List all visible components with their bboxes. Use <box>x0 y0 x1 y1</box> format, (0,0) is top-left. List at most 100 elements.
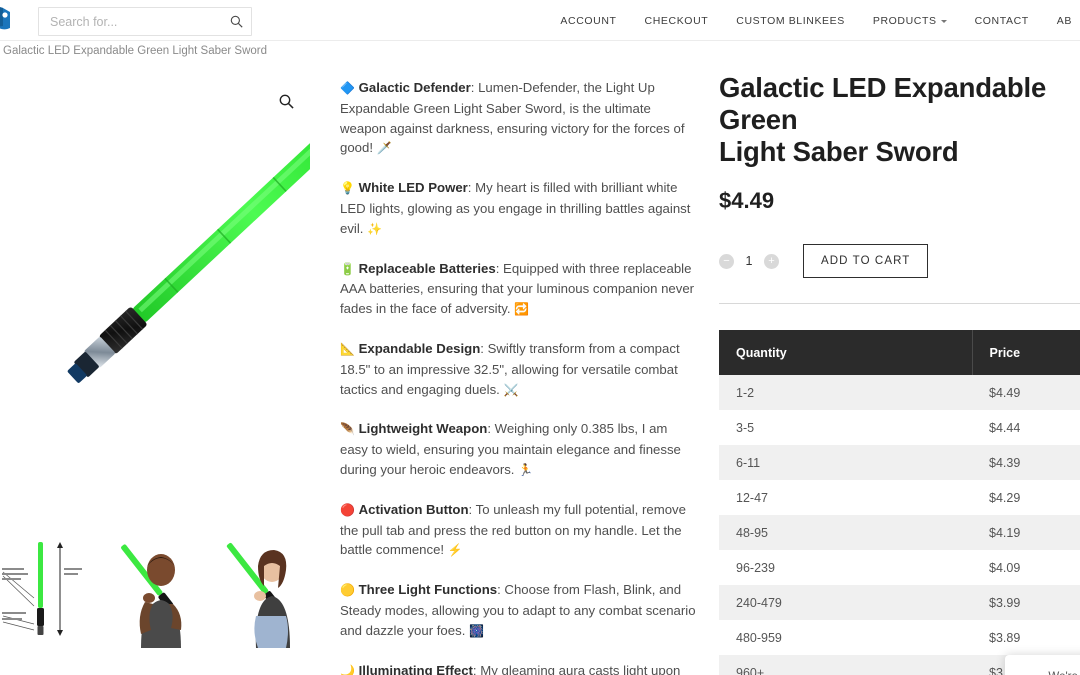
chat-widget-label: We're offline <box>1048 671 1080 675</box>
description-bullet: 📐 Expandable Design: Swiftly transform f… <box>340 340 680 397</box>
cell-quantity: 6-11 <box>719 445 972 480</box>
main-navigation: ACCOUNT CHECKOUT CUSTOM BLINKEES PRODUCT… <box>546 0 1080 41</box>
bullet-emoji-icon: 🔴 <box>340 502 355 517</box>
bullet-end-emoji-icon: 🎆 <box>469 623 484 638</box>
cell-quantity: 48-95 <box>719 515 972 550</box>
bullet-title: Three Light Functions <box>358 582 498 598</box>
nav-item-checkout[interactable]: CHECKOUT <box>631 15 723 27</box>
bullet-emoji-icon: 🌙 <box>340 663 355 675</box>
bullet-emoji-icon: 🪶 <box>340 422 355 437</box>
product-gallery <box>0 70 321 675</box>
cell-quantity: 96-239 <box>719 550 972 585</box>
nav-label: PRODUCTS <box>872 14 937 27</box>
quantity-input[interactable]: 1 <box>734 254 764 268</box>
cell-price: $4.44 <box>972 410 1080 445</box>
description-bullet: 🔷 Galactic Defender: Lumen-Defender, the… <box>340 80 685 156</box>
chevron-down-icon <box>940 20 947 23</box>
magnifier-icon[interactable] <box>279 94 294 114</box>
cell-price: $4.39 <box>972 445 1080 480</box>
cell-price: $4.49 <box>972 375 1080 410</box>
table-header-row: Quantity Price <box>719 330 1080 375</box>
column-header-quantity: Quantity <box>719 330 972 375</box>
nav-item-about[interactable]: AB <box>1043 15 1080 27</box>
table-row: 3-5 $4.44 <box>719 410 1080 445</box>
quantity-increase-button[interactable]: + <box>764 253 779 269</box>
cell-price: $4.09 <box>972 550 1080 585</box>
section-divider <box>719 303 1080 304</box>
product-price: $4.49 <box>719 188 775 213</box>
bullet-end-emoji-icon: ✨ <box>367 221 383 236</box>
bullet-title: Illuminating Effect <box>358 662 473 675</box>
breadcrumb-current: Galactic LED Expandable Green Light Sabe… <box>3 45 268 57</box>
column-header-price: Price <box>971 330 1080 375</box>
product-description: 🔷 Galactic Defender: Lumen-Defender, the… <box>340 78 696 675</box>
table-row: 480-959 $3.89 <box>719 620 1080 655</box>
bullet-emoji-icon: 🟡 <box>340 583 355 598</box>
nav-label: CHECKOUT <box>644 14 709 27</box>
search-input[interactable] <box>39 8 221 35</box>
product-page: ACCOUNT CHECKOUT CUSTOM BLINKEES PRODUCT… <box>0 0 1080 675</box>
table-row: 1-2 $4.49 <box>719 375 1080 410</box>
bullet-end-emoji-icon: 🗡️ <box>376 141 392 156</box>
cell-price: $4.19 <box>972 515 1080 550</box>
description-bullet: 🌙 Illuminating Effect: My gleaming aura … <box>340 661 696 675</box>
product-summary: Galactic LED Expandable Green Light Sabe… <box>719 72 1080 675</box>
nav-label: ACCOUNT <box>560 14 617 27</box>
add-to-cart-button[interactable]: ADD TO CART <box>803 244 929 278</box>
thumbnail-boy-holding-saber[interactable] <box>107 538 214 648</box>
cell-price: $3.99 <box>972 585 1080 620</box>
nav-item-account[interactable]: ACCOUNT <box>546 15 630 27</box>
bullet-title: Activation Button <box>358 501 469 517</box>
bullet-title: Galactic Defender <box>358 80 471 95</box>
purchase-controls: − 1 + ADD TO CART <box>719 244 1080 278</box>
quantity-decrease-button[interactable]: − <box>719 253 734 269</box>
nav-label: AB <box>1056 14 1072 27</box>
thumbnail-dimensions-diagram[interactable] <box>0 538 107 648</box>
nav-item-contact[interactable]: CONTACT <box>961 15 1043 27</box>
nav-item-custom-blinkees[interactable]: CUSTOM BLINKEES <box>722 15 859 27</box>
site-header: ACCOUNT CHECKOUT CUSTOM BLINKEES PRODUCT… <box>0 0 1080 41</box>
cell-quantity: 12-47 <box>719 480 972 515</box>
table-row: 96-239 $4.09 <box>719 550 1080 585</box>
cell-quantity: 960+ <box>719 655 972 675</box>
bullet-end-emoji-icon: ⚔️ <box>503 382 519 397</box>
table-row: 12-47 $4.29 <box>719 480 1080 515</box>
bullet-title: Expandable Design <box>358 340 481 356</box>
description-bullet: 💡 White LED Power: My heart is filled wi… <box>340 180 691 236</box>
bullet-emoji-icon: 🔋 <box>340 261 355 276</box>
cell-price: $3.89 <box>972 620 1080 655</box>
bullet-emoji-icon: 💡 <box>340 181 355 196</box>
bullet-title: Lightweight Weapon <box>358 421 488 437</box>
cell-quantity: 3-5 <box>719 410 972 445</box>
description-bullet: 🔋 Replaceable Batteries: Equipped with t… <box>340 260 695 317</box>
breadcrumb: Galactic LED Expandable Green Light Sabe… <box>0 42 267 57</box>
nav-item-products[interactable]: PRODUCTS <box>859 15 961 27</box>
table-row: 6-11 $4.39 <box>719 445 1080 480</box>
product-main-image[interactable] <box>0 70 310 530</box>
thumbnail-girl-holding-saber[interactable] <box>214 538 321 648</box>
chat-widget-button[interactable]: We're offline <box>1005 655 1080 675</box>
table-row: 240-479 $3.99 <box>719 585 1080 620</box>
bullet-emoji-icon: 📐 <box>340 341 355 356</box>
nav-label: CONTACT <box>974 14 1029 27</box>
bullet-title: Replaceable Batteries <box>358 260 496 276</box>
search-icon[interactable] <box>221 8 251 35</box>
search-box[interactable] <box>38 7 252 36</box>
bullet-emoji-icon: 🔷 <box>340 81 355 95</box>
table-row: 48-95 $4.19 <box>719 515 1080 550</box>
cell-price: $4.29 <box>972 480 1080 515</box>
description-bullet: 🔴 Activation Button: To unleash my full … <box>340 501 686 558</box>
bullet-end-emoji-icon: 🔁 <box>514 302 530 317</box>
description-bullet: 🪶 Lightweight Weapon: Weighing only 0.38… <box>340 421 681 477</box>
quantity-price-table: Quantity Price 1-2 $4.49 3-5 $4.44 6-11 … <box>719 330 1080 675</box>
bullet-end-emoji-icon: ⚡ <box>447 543 463 558</box>
thumbnail-strip <box>0 538 321 648</box>
bullet-end-emoji-icon: 🏃 <box>518 462 534 477</box>
cell-quantity: 1-2 <box>719 375 972 410</box>
site-logo-icon[interactable] <box>0 6 18 36</box>
bullet-title: White LED Power <box>358 180 468 196</box>
cell-quantity: 480-959 <box>719 620 972 655</box>
page-title: Galactic LED Expandable Green Light Sabe… <box>719 72 1047 167</box>
nav-label: CUSTOM BLINKEES <box>736 14 845 27</box>
cell-quantity: 240-479 <box>719 585 972 620</box>
